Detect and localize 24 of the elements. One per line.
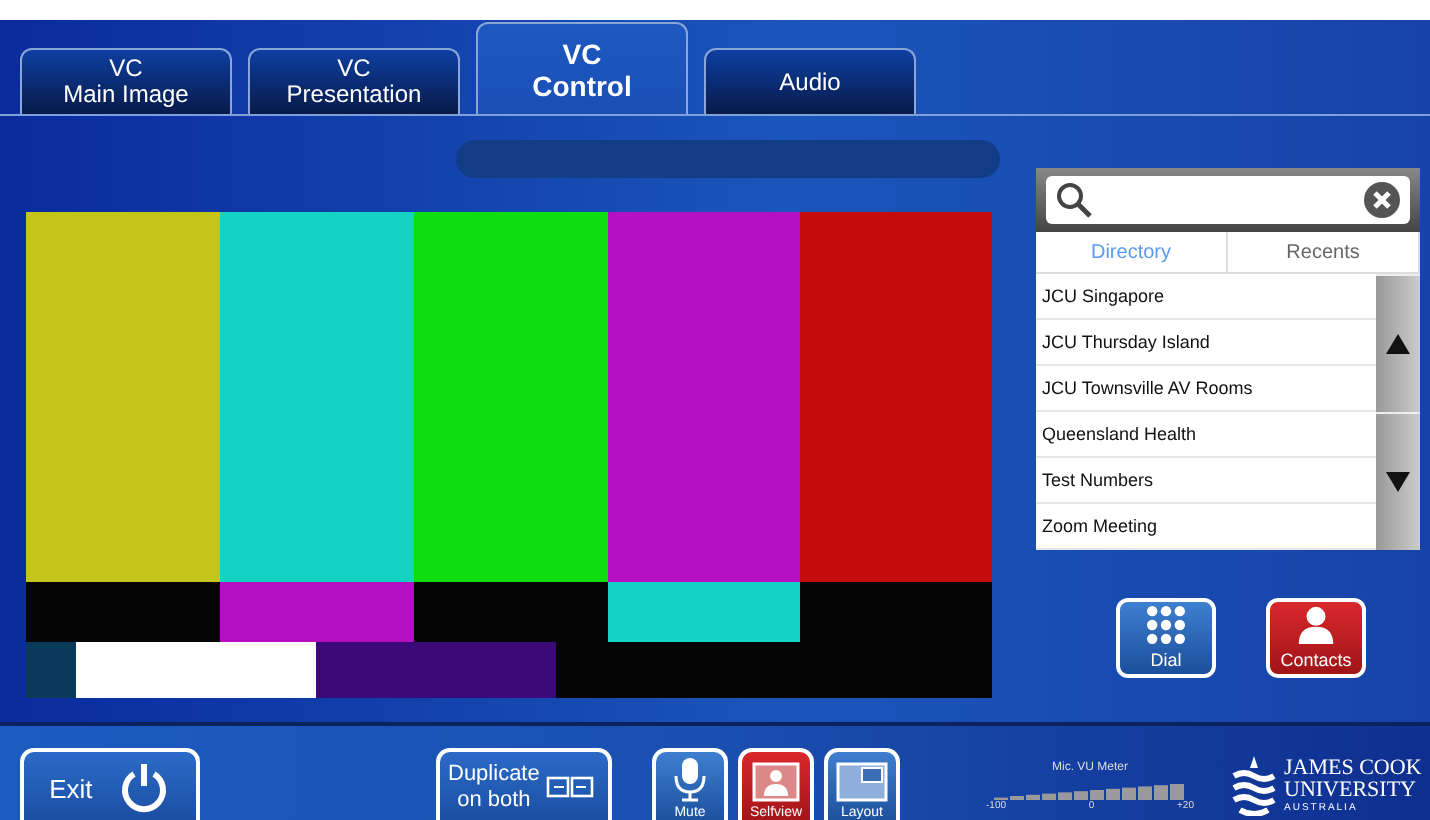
- person-screen-icon: [752, 762, 800, 802]
- dial-button[interactable]: Dial: [1116, 598, 1216, 678]
- duplicate-button[interactable]: Duplicate on both: [436, 748, 612, 820]
- tab[interactable]: VC Control: [476, 22, 688, 114]
- microphone-icon: [674, 758, 706, 802]
- logo-text: UNIVERSITY: [1284, 780, 1418, 802]
- up-triangle-icon: [1386, 332, 1410, 356]
- down-triangle-icon: [1386, 470, 1410, 494]
- tab[interactable]: VC Main Image: [20, 48, 232, 114]
- search-icon: [1056, 182, 1092, 218]
- power-icon: [118, 762, 171, 814]
- crest-icon: [1232, 756, 1276, 816]
- scroll-up-button[interactable]: [1376, 274, 1420, 412]
- tab[interactable]: VC Presentation: [248, 48, 460, 114]
- contacts-button[interactable]: Contacts: [1266, 598, 1366, 678]
- exit-button[interactable]: Exit: [20, 748, 200, 820]
- keypad-icon: [1142, 606, 1190, 644]
- dual-screen-icon: [545, 776, 594, 800]
- scroll-down-button[interactable]: [1376, 412, 1420, 550]
- clear-icon[interactable]: [1364, 182, 1400, 218]
- picture-in-picture-icon: [836, 762, 888, 802]
- logo-text: JAMES COOK: [1284, 758, 1422, 780]
- search-field[interactable]: [1046, 176, 1410, 224]
- tab[interactable]: Audio: [704, 48, 916, 114]
